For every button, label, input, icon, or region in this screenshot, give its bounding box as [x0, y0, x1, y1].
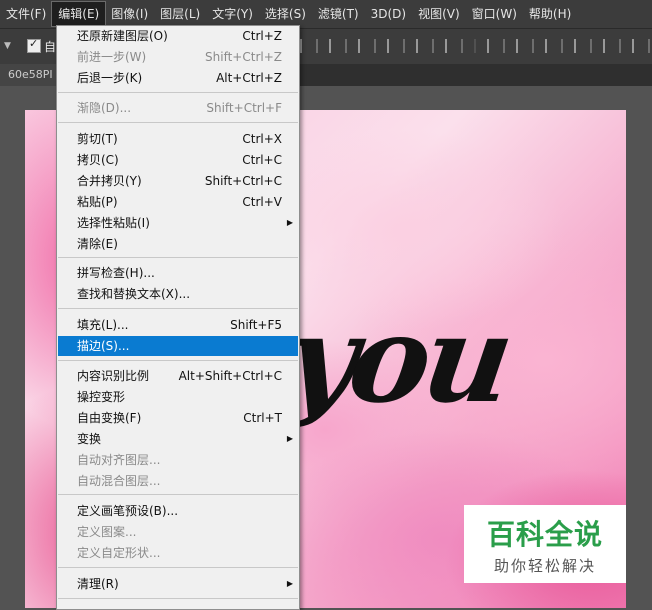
menu-separator: [58, 257, 298, 258]
align-vcenter-icon[interactable]: [329, 39, 347, 53]
menu-separator: [58, 308, 298, 309]
menu-type[interactable]: 文字(Y): [206, 2, 259, 26]
menu-separator: [58, 122, 298, 123]
watermark-subtitle: 助你轻松解决: [493, 557, 596, 575]
menu-item-fill[interactable]: 填充(L)... Shift+F5: [58, 315, 298, 335]
menu-image[interactable]: 图像(I): [105, 2, 154, 26]
align-left-icon[interactable]: [387, 39, 405, 53]
menu-item-define-pattern[interactable]: 定义图案...: [58, 522, 298, 542]
watermark: 百科全说 助你轻松解决: [464, 505, 626, 583]
menu-item-auto-align-layers[interactable]: 自动对齐图层...: [58, 450, 298, 470]
menu-separator: [58, 360, 298, 361]
menu-separator: [58, 494, 298, 495]
menu-item-purge[interactable]: 清理(R) ▶: [58, 574, 298, 594]
menu-item-copy-merged[interactable]: 合并拷贝(Y) Shift+Ctrl+C: [58, 171, 298, 191]
menu-help[interactable]: 帮助(H): [523, 2, 577, 26]
menu-item-define-custom-shape[interactable]: 定义自定形状...: [58, 543, 298, 563]
submenu-arrow-icon: ▶: [286, 434, 293, 443]
menu-item-find-replace-text[interactable]: 查找和替换文本(X)...: [58, 284, 298, 304]
align-distribute-icons: [300, 39, 652, 55]
auto-select-checkbox[interactable]: [27, 37, 41, 53]
align-bottom-icon[interactable]: [358, 39, 376, 53]
menu-item-check-spelling[interactable]: 拼写检查(H)...: [58, 263, 298, 283]
menu-item-stroke[interactable]: 描边(S)...: [58, 336, 298, 356]
edit-menu-dropdown: 还原新建图层(O) Ctrl+Z 前进一步(W) Shift+Ctrl+Z 后退一步…: [56, 25, 300, 610]
distribute-top-icon[interactable]: [487, 39, 505, 53]
distribute-bottom-icon[interactable]: [545, 39, 563, 53]
watermark-logo: 百科全说: [486, 518, 603, 551]
menu-edit[interactable]: 编辑(E): [51, 1, 107, 27]
menu-select[interactable]: 选择(S): [259, 2, 312, 26]
align-hcenter-icon[interactable]: [416, 39, 434, 53]
menu-item-undo[interactable]: 还原新建图层(O) Ctrl+Z: [58, 26, 298, 46]
menu-item-cut[interactable]: 剪切(T) Ctrl+X: [58, 129, 298, 149]
auto-select-label: 自: [44, 40, 57, 54]
menu-file[interactable]: 文件(F): [0, 2, 52, 26]
menu-item-step-backward[interactable]: 后退一步(K) Alt+Ctrl+Z: [58, 68, 298, 88]
menu-separator: [58, 92, 298, 93]
menu-item-define-brush-preset[interactable]: 定义画笔预设(B)...: [58, 501, 298, 521]
menu-item-puppet-warp[interactable]: 操控变形: [58, 387, 298, 407]
menu-window[interactable]: 窗口(W): [466, 2, 523, 26]
menu-item-copy[interactable]: 拷贝(C) Ctrl+C: [58, 150, 298, 170]
menu-item-fade[interactable]: 渐隐(D)... Shift+Ctrl+F: [58, 98, 298, 118]
distribute-vcenter-icon[interactable]: [516, 39, 534, 53]
align-right-icon[interactable]: [445, 39, 463, 53]
menu-bar: 文件(F) 编辑(E) 图像(I) 图层(L) 文字(Y) 选择(S) 滤镜(T…: [0, 0, 652, 28]
distribute-left-icon[interactable]: [574, 39, 592, 53]
menu-item-paste[interactable]: 粘贴(P) Ctrl+V: [58, 192, 298, 212]
canvas-text-layer: you: [277, 289, 516, 430]
distribute-right-icon[interactable]: [632, 39, 650, 53]
distribute-hcenter-icon[interactable]: [603, 39, 621, 53]
menu-filter[interactable]: 滤镜(T): [312, 2, 365, 26]
menu-3d[interactable]: 3D(D): [365, 2, 412, 26]
menu-layer[interactable]: 图层(L): [154, 2, 206, 26]
menu-item-step-forward[interactable]: 前进一步(W) Shift+Ctrl+Z: [58, 47, 298, 67]
menu-item-paste-special[interactable]: 选择性粘贴(I) ▶: [58, 213, 298, 233]
toolbar-separator: [474, 39, 476, 53]
menu-item-clear[interactable]: 清除(E): [58, 234, 298, 254]
menu-item-transform[interactable]: 变换 ▶: [58, 429, 298, 449]
tool-preset-arrow-icon[interactable]: ▼: [4, 41, 14, 51]
submenu-arrow-icon: ▶: [286, 218, 293, 227]
menu-item-free-transform[interactable]: 自由变换(F) Ctrl+T: [58, 408, 298, 428]
menu-item-content-aware-scale[interactable]: 内容识别比例 Alt+Shift+Ctrl+C: [58, 366, 298, 386]
align-top-icon[interactable]: [300, 39, 318, 53]
menu-separator: [58, 598, 298, 599]
menu-view[interactable]: 视图(V): [412, 2, 466, 26]
menu-separator: [58, 567, 298, 568]
submenu-arrow-icon: ▶: [286, 579, 293, 588]
menu-item-auto-blend-layers[interactable]: 自动混合图层...: [58, 471, 298, 491]
